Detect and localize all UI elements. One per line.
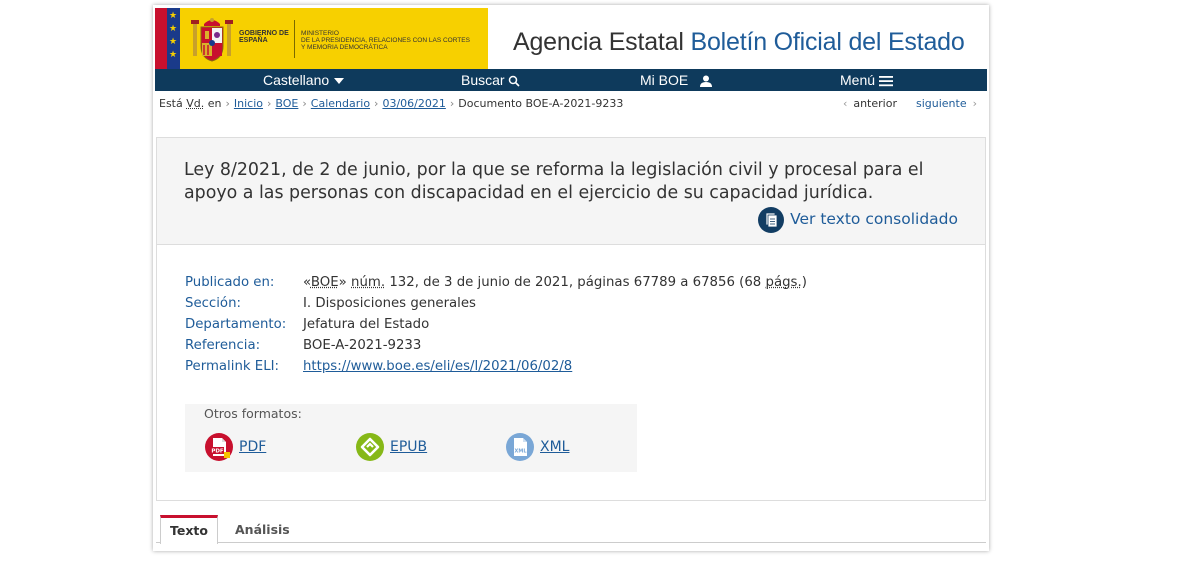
boe-page: ★ ★ ★ ★ GOBIERNO DE ESPAÑA MINISTERIO DE… bbox=[153, 5, 989, 551]
chevron-right-icon: › bbox=[267, 97, 272, 110]
caret-down-icon bbox=[334, 78, 345, 85]
search-icon bbox=[509, 76, 521, 87]
meta-permalink-value: https://www.boe.es/eli/es/l/2021/06/02/8 bbox=[303, 357, 572, 377]
meta-permalink-label: Permalink ELI: bbox=[185, 359, 280, 374]
epub-icon bbox=[356, 433, 384, 461]
breadcrumb: Está Vd. en › Inicio › BOE › Calendario › 03/06/… bbox=[159, 96, 623, 112]
nav-menu-label: Menú bbox=[840, 72, 876, 88]
format-pdf-label: PDF bbox=[239, 439, 267, 455]
government-label: GOBIERNO DE ESPAÑA bbox=[239, 30, 289, 44]
document-title: Ley 8/2021, de 2 de junio, por la que se… bbox=[184, 160, 924, 203]
format-pdf-link[interactable]: PDF PDF bbox=[205, 433, 266, 461]
svg-text:PDF: PDF bbox=[211, 449, 224, 455]
meta-reference-value: BOE-A-2021-9233 bbox=[303, 338, 422, 353]
meta-reference-label: Referencia: bbox=[185, 338, 261, 353]
pdf-icon: PDF bbox=[205, 433, 233, 461]
chevron-right-icon: › bbox=[972, 97, 977, 110]
tab-analisis[interactable]: Análisis bbox=[226, 515, 299, 543]
nav-mi-boe-label: Mi BOE bbox=[640, 72, 689, 88]
meta-published-value: «BOE» núm. 132, de 3 de junio de 2021, p… bbox=[303, 275, 807, 290]
next-document-link[interactable]: siguiente bbox=[916, 97, 967, 110]
user-icon bbox=[700, 75, 713, 88]
chevron-right-icon: › bbox=[302, 97, 307, 110]
meta-department-value: Jefatura del Estado bbox=[303, 317, 430, 332]
government-logo[interactable]: ★ ★ ★ ★ GOBIERNO DE ESPAÑA MINISTERIO DE… bbox=[155, 8, 488, 70]
nav-search[interactable]: Buscar bbox=[461, 69, 521, 91]
chevron-right-icon: › bbox=[374, 97, 379, 110]
nav-search-label: Buscar bbox=[461, 72, 505, 88]
consolidated-text-link[interactable]: Ver texto consolidado bbox=[758, 206, 958, 233]
permalink-link[interactable]: https://www.boe.es/eli/es/l/2021/06/02/8 bbox=[303, 359, 572, 374]
format-xml-link[interactable]: XML XML bbox=[506, 433, 569, 461]
format-xml-label: XML bbox=[540, 439, 570, 455]
xml-icon: XML bbox=[506, 433, 534, 461]
hamburger-icon bbox=[878, 76, 893, 87]
tab-texto[interactable]: Texto bbox=[160, 515, 218, 544]
format-epub-link[interactable]: EPUB bbox=[356, 433, 427, 461]
meta-section-label: Sección: bbox=[185, 296, 241, 311]
eu-flag-icon: ★ ★ ★ ★ bbox=[155, 8, 180, 70]
ministry-label: MINISTERIO DE LA PRESIDENCIA, RELACIONES… bbox=[301, 30, 470, 51]
breadcrumb-prefix: Está Vd. en bbox=[159, 97, 222, 110]
breadcrumb-link-boe[interactable]: BOE bbox=[275, 97, 298, 110]
breadcrumb-link-date[interactable]: 03/06/2021 bbox=[382, 97, 445, 110]
other-formats-panel: Otros formatos: PDF PDF EPUB XML XML bbox=[185, 404, 637, 472]
chevron-right-icon: › bbox=[449, 97, 455, 110]
chevron-right-icon: › bbox=[225, 97, 230, 110]
main-nav: Castellano Buscar Mi BOE Menú bbox=[155, 69, 987, 91]
nav-mi-boe[interactable]: Mi BOE bbox=[640, 69, 714, 91]
breadcrumb-link-inicio[interactable]: Inicio bbox=[234, 97, 263, 110]
logo-divider bbox=[294, 20, 295, 58]
coat-of-arms-icon bbox=[191, 18, 233, 62]
nav-language[interactable]: Castellano bbox=[263, 69, 345, 91]
consolidated-label: Ver texto consolidado bbox=[790, 210, 958, 228]
document-tabs: Texto Análisis bbox=[156, 515, 986, 544]
site-title-prefix: Agencia Estatal bbox=[513, 28, 691, 56]
site-title-highlight: Boletín Oficial del Estado bbox=[690, 28, 965, 56]
document-pager: ‹ anterior siguiente › bbox=[837, 96, 983, 112]
chevron-left-icon: ‹ bbox=[842, 97, 848, 110]
site-title[interactable]: Agencia Estatal Boletín Oficial del Esta… bbox=[513, 28, 965, 57]
nav-menu[interactable]: Menú bbox=[840, 69, 893, 91]
other-formats-label: Otros formatos: bbox=[204, 406, 302, 421]
breadcrumb-current: Documento BOE-A-2021-9233 bbox=[458, 97, 624, 110]
document-title-box: Ley 8/2021, de 2 de junio, por la que se… bbox=[156, 137, 986, 245]
svg-text:XML: XML bbox=[514, 449, 527, 455]
format-epub-label: EPUB bbox=[390, 439, 428, 455]
consolidated-doc-icon bbox=[758, 206, 785, 233]
metadata-box: Publicado en: «BOE» núm. 132, de 3 de ju… bbox=[156, 245, 986, 501]
nav-language-label: Castellano bbox=[263, 72, 330, 88]
site-header: ★ ★ ★ ★ GOBIERNO DE ESPAÑA MINISTERIO DE… bbox=[155, 8, 987, 70]
meta-published-label: Publicado en: bbox=[185, 275, 275, 290]
previous-document[interactable]: anterior bbox=[853, 97, 897, 110]
meta-department-label: Departamento: bbox=[185, 317, 287, 332]
meta-section-value: I. Disposiciones generales bbox=[303, 296, 476, 311]
breadcrumb-link-calendario[interactable]: Calendario bbox=[311, 97, 370, 110]
